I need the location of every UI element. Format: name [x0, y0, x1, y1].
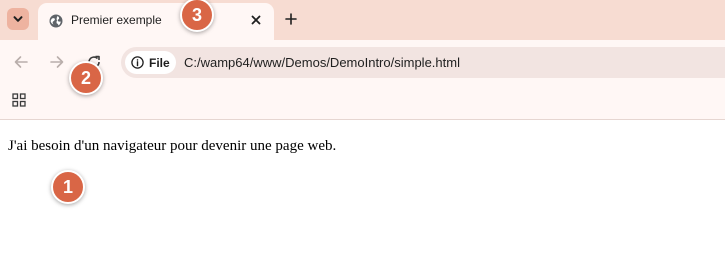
plus-icon — [285, 13, 297, 25]
page-text: J'ai besoin d'un navigateur pour devenir… — [8, 138, 337, 154]
apps-grid-icon — [12, 93, 26, 107]
annotation-badge-2: 2 — [69, 61, 103, 95]
page-content: J'ai besoin d'un navigateur pour devenir… — [0, 121, 725, 270]
forward-button[interactable] — [47, 52, 67, 72]
globe-icon — [49, 14, 63, 28]
close-icon[interactable] — [247, 11, 265, 29]
arrow-right-icon — [49, 54, 65, 70]
new-tab-button[interactable] — [281, 9, 301, 29]
back-button[interactable] — [11, 52, 31, 72]
annotation-badge-1: 1 — [51, 170, 85, 204]
tab-title: Premier exemple — [71, 13, 162, 27]
site-info-chip[interactable]: File — [125, 51, 176, 74]
arrow-left-icon — [13, 54, 29, 70]
info-icon — [131, 56, 144, 69]
site-chip-label: File — [149, 55, 170, 70]
chevron-down-icon — [12, 13, 24, 25]
tab-strip: Premier exemple — [0, 0, 725, 40]
url-text[interactable]: C:/wamp64/www/Demos/DemoIntro/simple.htm… — [184, 55, 460, 70]
address-bar[interactable]: File C:/wamp64/www/Demos/DemoIntro/simpl… — [121, 47, 725, 78]
browser-toolbar: File C:/wamp64/www/Demos/DemoIntro/simpl… — [0, 40, 725, 84]
active-tab[interactable]: Premier exemple — [38, 3, 274, 40]
bookmarks-bar — [0, 84, 725, 120]
tab-search-button[interactable] — [7, 8, 29, 30]
apps-button[interactable] — [10, 91, 28, 109]
